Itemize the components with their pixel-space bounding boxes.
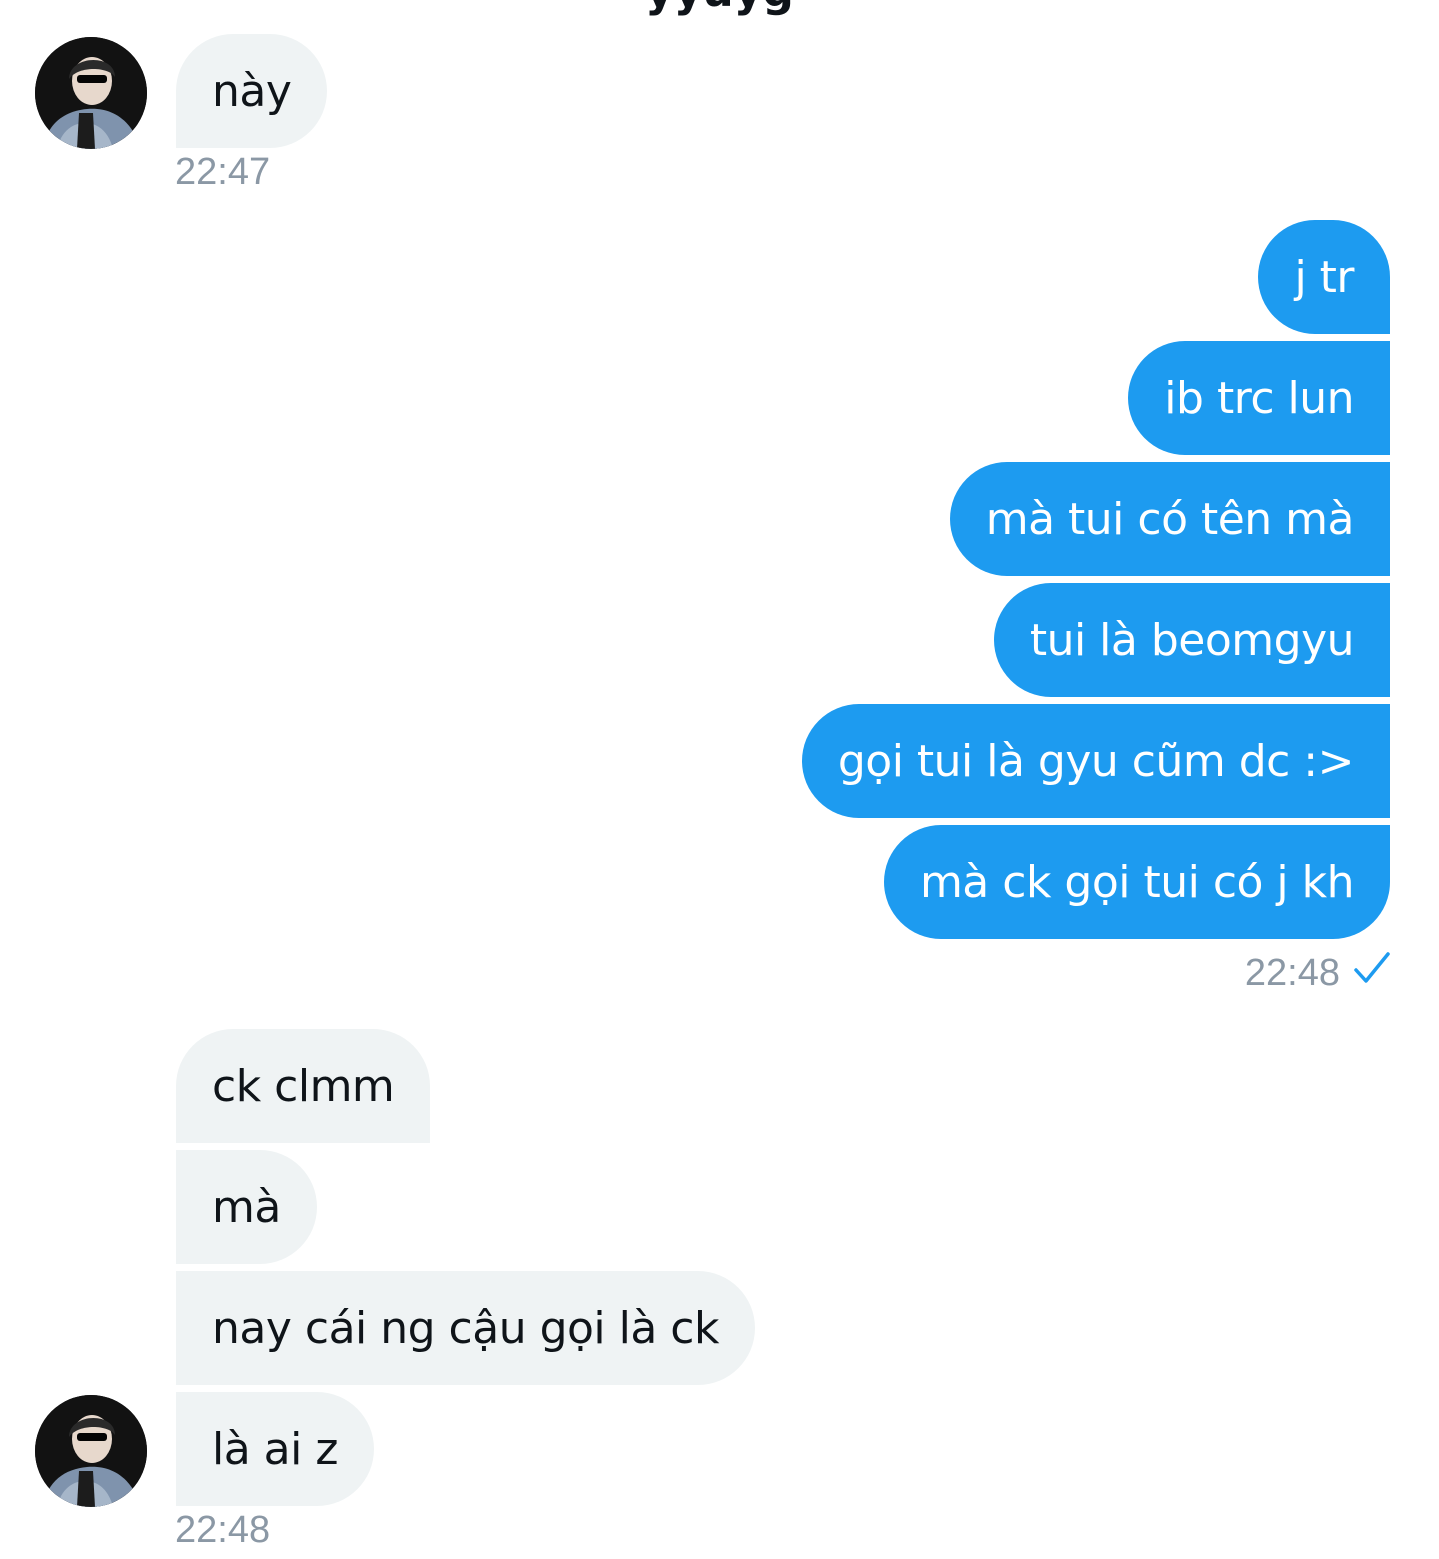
- avatar[interactable]: [35, 37, 147, 149]
- message-text: mà: [212, 1181, 281, 1233]
- message-text: gọi tui là gyu cũm dc :>: [837, 735, 1355, 787]
- message-text: j tr: [1294, 251, 1354, 303]
- message-text: tui là beomgyu: [1029, 614, 1355, 666]
- message-bubble-outgoing[interactable]: j tr: [1258, 220, 1390, 334]
- avatar[interactable]: [35, 1395, 147, 1507]
- message-text: ib trc lun: [1164, 372, 1354, 424]
- message-bubble-outgoing[interactable]: mà ck gọi tui có j kh: [883, 825, 1390, 939]
- message-bubble-incoming[interactable]: là ai z: [176, 1392, 374, 1506]
- message-text: ck clmm: [212, 1060, 395, 1112]
- message-text: nay cái ng cậu gọi là ck: [212, 1302, 719, 1354]
- message-text: là ai z: [212, 1423, 338, 1475]
- check-icon: [1354, 951, 1390, 995]
- conversation-title: yyuyg: [0, 0, 1439, 17]
- message-timestamp: 22:48: [1244, 951, 1340, 994]
- message-bubble-outgoing[interactable]: gọi tui là gyu cũm dc :>: [801, 704, 1390, 818]
- message-text: mà tui có tên mà: [985, 493, 1355, 545]
- message-bubble-incoming[interactable]: nay cái ng cậu gọi là ck: [176, 1271, 755, 1385]
- message-status: 22:48: [1245, 951, 1390, 995]
- message-text: này: [212, 65, 292, 117]
- message-timestamp: 22:47: [175, 151, 271, 193]
- message-bubble-outgoing[interactable]: ib trc lun: [1128, 341, 1390, 455]
- message-timestamp: 22:48: [175, 1509, 271, 1551]
- message-bubble-incoming[interactable]: mà: [176, 1150, 317, 1264]
- message-text: mà ck gọi tui có j kh: [919, 856, 1355, 908]
- message-bubble-incoming[interactable]: này: [176, 34, 328, 148]
- message-bubble-incoming[interactable]: ck clmm: [176, 1029, 431, 1143]
- message-bubble-outgoing[interactable]: mà tui có tên mà: [949, 462, 1390, 576]
- message-bubble-outgoing[interactable]: tui là beomgyu: [993, 583, 1390, 697]
